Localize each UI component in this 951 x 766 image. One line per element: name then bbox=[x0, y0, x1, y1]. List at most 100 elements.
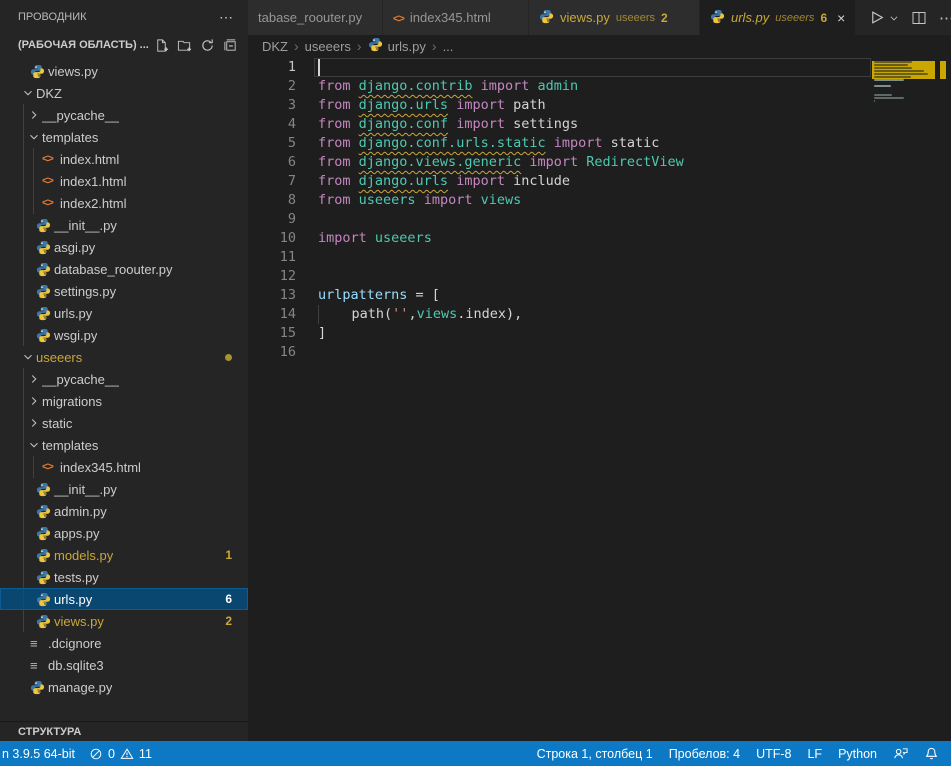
code-line-5[interactable]: 5from django.conf.urls.static import sta… bbox=[248, 134, 871, 153]
tree-file-.dcignore[interactable]: ≡.dcignore bbox=[0, 632, 248, 654]
tab-index345.html[interactable]: <>index345.html bbox=[383, 0, 529, 35]
tree-file-urls.py[interactable]: urls.py6 bbox=[0, 588, 248, 610]
tree-file-__init__.py[interactable]: __init__.py bbox=[0, 214, 248, 236]
explorer-pane-title: ПРОВОДНИК ⋯ bbox=[0, 0, 248, 34]
indent-guide bbox=[23, 192, 24, 214]
tree-file-db.sqlite3[interactable]: ≡db.sqlite3 bbox=[0, 654, 248, 676]
html-icon: <> bbox=[42, 153, 60, 165]
code-line-2[interactable]: 2from django.contrib import admin bbox=[248, 77, 871, 96]
tree-file-manage.py[interactable]: manage.py bbox=[0, 676, 248, 698]
status-problems[interactable]: 011 bbox=[89, 747, 152, 761]
split-editor-icon[interactable] bbox=[911, 10, 927, 26]
tree-item-label: models.py bbox=[54, 548, 113, 563]
minimap-line bbox=[874, 67, 912, 69]
breadcrumb-item-urls.py[interactable]: urls.py bbox=[368, 37, 426, 55]
code-editor[interactable]: 12from django.contrib import admin3from … bbox=[248, 57, 951, 741]
tree-folder-templates[interactable]: templates bbox=[0, 434, 248, 456]
status-interpreter[interactable]: n 3.9.5 64-bit bbox=[2, 747, 75, 761]
breadcrumb-item-DKZ[interactable]: DKZ bbox=[262, 39, 288, 54]
status-notifications[interactable] bbox=[924, 746, 939, 761]
run-dropdown-icon[interactable] bbox=[889, 13, 899, 23]
explorer-more-icon[interactable]: ⋯ bbox=[219, 9, 234, 26]
tree-folder-migrations[interactable]: migrations bbox=[0, 390, 248, 412]
tree-item-label: __init__.py bbox=[54, 218, 117, 233]
tree-file-settings.py[interactable]: settings.py bbox=[0, 280, 248, 302]
tree-folder-static[interactable]: static bbox=[0, 412, 248, 434]
status-label: UTF-8 bbox=[756, 747, 791, 761]
refresh-icon[interactable] bbox=[200, 38, 215, 53]
tree-item-label: static bbox=[42, 416, 72, 431]
tree-file-database_roouter.py[interactable]: database_roouter.py bbox=[0, 258, 248, 280]
status-encoding[interactable]: UTF-8 bbox=[756, 747, 791, 761]
tree-file-index345.html[interactable]: <>index345.html bbox=[0, 456, 248, 478]
tree-file-apps.py[interactable]: apps.py bbox=[0, 522, 248, 544]
code-line-3[interactable]: 3from django.urls import path bbox=[248, 96, 871, 115]
tree-folder-templates[interactable]: templates bbox=[0, 126, 248, 148]
tree-item-label: DKZ bbox=[36, 86, 62, 101]
run-icon[interactable] bbox=[868, 9, 885, 26]
status-cursor-position[interactable]: Строка 1, столбец 1 bbox=[537, 747, 653, 761]
python-icon bbox=[36, 262, 54, 277]
html-icon: <> bbox=[393, 10, 404, 25]
tree-folder-__pycache__[interactable]: __pycache__ bbox=[0, 368, 248, 390]
tab-urls.py[interactable]: urls.pyuseeers6× bbox=[700, 0, 856, 35]
breadcrumb-item-...[interactable]: ... bbox=[443, 39, 454, 54]
code-line-4[interactable]: 4from django.conf import settings bbox=[248, 115, 871, 134]
status-eol[interactable]: LF bbox=[807, 747, 822, 761]
tree-file-views.py[interactable]: views.py bbox=[0, 60, 248, 82]
status-indentation[interactable]: Пробелов: 4 bbox=[669, 747, 740, 761]
code-line-14[interactable]: 14 path('',views.index), bbox=[248, 305, 871, 324]
new-folder-icon[interactable] bbox=[177, 38, 192, 53]
code-line-11[interactable]: 11 bbox=[248, 248, 871, 267]
tree-file-admin.py[interactable]: admin.py bbox=[0, 500, 248, 522]
code-line-7[interactable]: 7from django.urls import include bbox=[248, 172, 871, 191]
status-feedback[interactable] bbox=[893, 746, 908, 761]
code-line-10[interactable]: 10import useeers bbox=[248, 229, 871, 248]
tree-file-tests.py[interactable]: tests.py bbox=[0, 566, 248, 588]
code-line-16[interactable]: 16 bbox=[248, 343, 871, 362]
html-icon: <> bbox=[393, 13, 404, 25]
outline-section-header[interactable]: СТРУКТУРА bbox=[0, 721, 248, 741]
indent-guide bbox=[23, 104, 24, 126]
tree-file-wsgi.py[interactable]: wsgi.py bbox=[0, 324, 248, 346]
status-label: Python bbox=[838, 747, 877, 761]
code-line-12[interactable]: 12 bbox=[248, 267, 871, 286]
minimap-line bbox=[874, 94, 892, 96]
workspace-section-header[interactable]: (РАБОЧАЯ ОБЛАСТЬ) ... bbox=[0, 34, 248, 56]
code-line-1[interactable]: 1 bbox=[248, 58, 871, 77]
breadcrumb-item-useeers[interactable]: useeers bbox=[305, 39, 351, 54]
more-actions-icon[interactable]: ⋯ bbox=[939, 9, 951, 27]
status-language-mode[interactable]: Python bbox=[838, 747, 877, 761]
tree-folder-DKZ[interactable]: DKZ bbox=[0, 82, 248, 104]
tree-file-index.html[interactable]: <>index.html bbox=[0, 148, 248, 170]
code-line-15[interactable]: 15] bbox=[248, 324, 871, 343]
code-line-6[interactable]: 6from django.views.generic import Redire… bbox=[248, 153, 871, 172]
tree-folder-useeers[interactable]: useeers bbox=[0, 346, 248, 368]
tree-file-__init__.py[interactable]: __init__.py bbox=[0, 478, 248, 500]
code-line-9[interactable]: 9 bbox=[248, 210, 871, 229]
tree-file-index2.html[interactable]: <>index2.html bbox=[0, 192, 248, 214]
code-line-8[interactable]: 8from useeers import views bbox=[248, 191, 871, 210]
tab-views.py[interactable]: views.pyuseeers2 bbox=[529, 0, 700, 35]
overview-ruler[interactable] bbox=[935, 57, 951, 741]
tree-file-urls.py[interactable]: urls.py bbox=[0, 302, 248, 324]
tree-file-views.py[interactable]: views.py2 bbox=[0, 610, 248, 632]
code-line-13[interactable]: 13urlpatterns = [ bbox=[248, 286, 871, 305]
new-file-icon[interactable] bbox=[154, 38, 169, 53]
tree-folder-__pycache__[interactable]: __pycache__ bbox=[0, 104, 248, 126]
tab-tabase_roouter.py[interactable]: tabase_roouter.py bbox=[248, 0, 383, 35]
line-number: 8 bbox=[248, 191, 296, 210]
tree-item-label: index2.html bbox=[60, 196, 126, 211]
indent-guide bbox=[23, 566, 24, 588]
tree-file-models.py[interactable]: models.py1 bbox=[0, 544, 248, 566]
status-label: n 3.9.5 64-bit bbox=[2, 747, 75, 761]
minimap[interactable] bbox=[872, 57, 935, 741]
tree-file-index1.html[interactable]: <>index1.html bbox=[0, 170, 248, 192]
warning-icon bbox=[120, 747, 134, 761]
tree-item-label: __init__.py bbox=[54, 482, 117, 497]
python-icon bbox=[36, 570, 54, 585]
close-icon[interactable]: × bbox=[837, 11, 845, 25]
collapse-all-icon[interactable] bbox=[223, 38, 238, 53]
html-icon: <> bbox=[42, 175, 60, 187]
tree-file-asgi.py[interactable]: asgi.py bbox=[0, 236, 248, 258]
